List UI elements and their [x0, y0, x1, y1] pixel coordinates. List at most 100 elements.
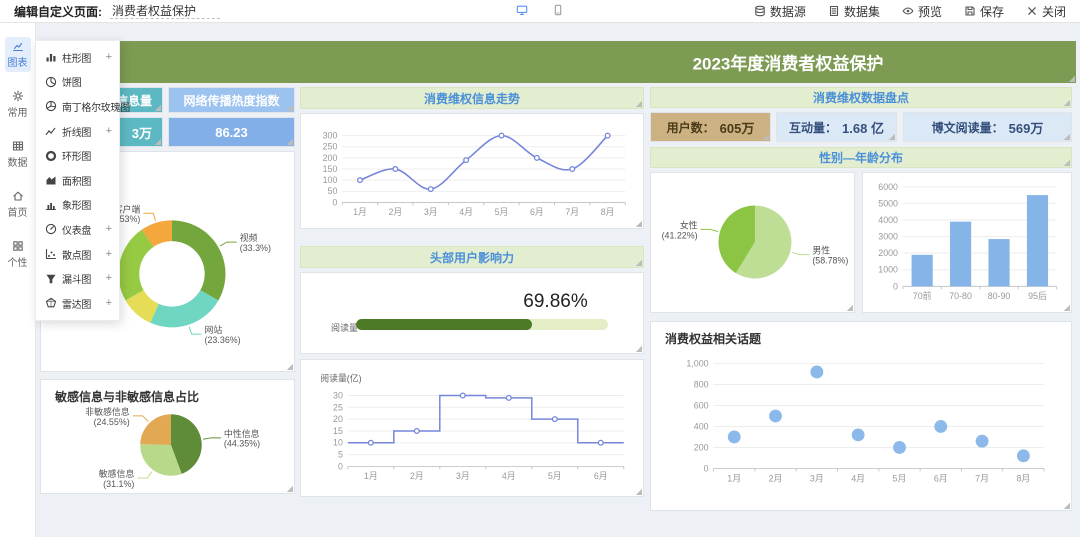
- interaction-count-card[interactable]: 互动量： 1.68 亿: [776, 112, 897, 142]
- save-button-label: 保存: [979, 4, 1004, 19]
- svg-text:30: 30: [333, 390, 343, 400]
- heat-index-value-card[interactable]: 86.23: [168, 117, 295, 147]
- sidebar-item-personal[interactable]: 个性: [5, 237, 31, 272]
- svg-text:3月: 3月: [424, 207, 438, 217]
- desktop-preview-button[interactable]: [516, 4, 528, 19]
- sidebar-item-data[interactable]: 数据: [5, 137, 31, 172]
- svg-text:15: 15: [333, 426, 343, 436]
- menu-item-radar-chart-expand[interactable]: +: [106, 297, 112, 309]
- resize-handle[interactable]: [762, 133, 769, 140]
- resize-handle[interactable]: [286, 138, 293, 145]
- svg-text:7月: 7月: [565, 207, 579, 217]
- svg-text:2月: 2月: [410, 471, 424, 481]
- chart-type-flyout-menu: 柱形图 + 饼图 南丁格尔玫瑰图 折线图 + 环形图 面积图 象形图 仪表盘 + 散点图 + 漏斗图 + 雷达…: [35, 40, 130, 321]
- svg-text:150: 150: [323, 164, 338, 174]
- menu-item-line-chart[interactable]: 折线图 +: [36, 119, 119, 144]
- trend-line-widget[interactable]: 0 50 100 150 200 250 300 1月 2月 3月 4月 5月 6月 7月 8月: [300, 113, 644, 229]
- area-chart-icon: [45, 174, 57, 186]
- resize-handle[interactable]: [635, 220, 642, 227]
- post-read-count-card[interactable]: 博文阅读量： 569万: [903, 112, 1072, 142]
- user-count-card[interactable]: 用户数： 605万: [650, 112, 771, 142]
- resize-handle[interactable]: [286, 485, 293, 492]
- menu-item-line-chart-expand[interactable]: +: [106, 125, 112, 137]
- gender-age-section-header[interactable]: 性别—年龄分布: [650, 147, 1072, 168]
- home-icon: [12, 190, 24, 202]
- svg-text:8月: 8月: [1016, 473, 1030, 483]
- dashboard-title-banner[interactable]: 2023年度消费者权益保护: [40, 41, 1076, 83]
- age-bar-widget[interactable]: 0 1000 2000 3000 4000 5000 6000 70前 70-80 80-90 95…: [862, 172, 1072, 313]
- topics-scatter-widget[interactable]: 消费权益相关话题 0 200 400 600 800 1,000 1月 2月 3月 4月 5月 6月 7…: [650, 321, 1072, 511]
- resize-handle[interactable]: [635, 259, 642, 266]
- resize-handle[interactable]: [1063, 304, 1070, 311]
- sidebar-item-common[interactable]: 常用: [5, 87, 31, 122]
- menu-item-radar-chart[interactable]: 雷达图 +: [36, 291, 119, 316]
- svg-text:20: 20: [333, 414, 343, 424]
- menu-item-ring-chart[interactable]: 环形图: [36, 143, 119, 168]
- menu-item-pie-chart[interactable]: 饼图: [36, 70, 119, 95]
- close-button[interactable]: 关闭: [1026, 3, 1066, 20]
- menu-item-gauge-chart[interactable]: 仪表盘 +: [36, 217, 119, 242]
- menu-item-funnel-chart-expand[interactable]: +: [106, 273, 112, 284]
- svg-text:7月: 7月: [975, 473, 989, 483]
- resize-handle[interactable]: [888, 133, 895, 140]
- close-icon: [1026, 5, 1038, 17]
- svg-text:300: 300: [323, 131, 338, 141]
- menu-item-funnel-chart[interactable]: 漏斗图 +: [36, 266, 119, 291]
- svg-text:网站(23.36%): 网站(23.36%): [205, 324, 241, 345]
- sentiment-pie-widget[interactable]: 敏感信息与非敏感信息占比 中性信息(44.35%) 敏感信息(31.1%) 非敏感信…: [40, 379, 295, 494]
- resize-handle[interactable]: [1063, 502, 1070, 509]
- menu-item-pictogram-chart[interactable]: 象形图: [36, 193, 119, 218]
- left-sidebar: 图表常用数据首页个性: [0, 23, 36, 537]
- resize-handle[interactable]: [286, 363, 293, 370]
- resize-handle[interactable]: [635, 488, 642, 495]
- resize-handle[interactable]: [1063, 159, 1070, 166]
- sentiment-chart-title: 敏感信息与非敏感信息占比: [55, 390, 200, 404]
- svg-text:250: 250: [323, 142, 338, 152]
- menu-item-bar-chart-expand[interactable]: +: [106, 51, 112, 63]
- menu-item-bar-chart[interactable]: 柱形图 +: [36, 45, 119, 70]
- heat-index-label-card[interactable]: 网络传播热度指数: [168, 87, 295, 113]
- reading-step-widget[interactable]: 0 5 10 15 20 25 30 1月 2月 3月 4月 5月 6月 阅读量(亿): [300, 359, 644, 497]
- mobile-preview-button[interactable]: [552, 4, 564, 19]
- resize-handle[interactable]: [1063, 133, 1070, 140]
- sidebar-item-personal-label: 个性: [7, 258, 28, 269]
- preview-button[interactable]: 预览: [902, 3, 942, 20]
- summary-section-header[interactable]: 消费维权数据盘点: [650, 87, 1072, 108]
- resize-handle[interactable]: [635, 345, 642, 352]
- resize-handle[interactable]: [846, 304, 853, 311]
- page-title-input[interactable]: [110, 3, 220, 19]
- resize-handle[interactable]: [1068, 75, 1075, 82]
- scatter-chart-icon: [45, 248, 57, 260]
- ring-chart-icon: [45, 150, 57, 162]
- svg-text:400: 400: [694, 421, 709, 431]
- chart-icon: [12, 40, 24, 52]
- menu-item-scatter-chart[interactable]: 散点图 +: [36, 242, 119, 267]
- dataset-button[interactable]: 数据集: [828, 3, 880, 20]
- svg-text:600: 600: [694, 400, 709, 410]
- resize-handle[interactable]: [635, 100, 642, 107]
- influence-section-header[interactable]: 头部用户影响力: [300, 246, 644, 268]
- trend-line-chart: 050100150200250300 1月 2月 3月 4月 5月 6月 7月 8月: [323, 131, 626, 217]
- trend-section-header[interactable]: 消费维权信息走势: [300, 87, 644, 109]
- gender-pie-widget[interactable]: 男性(58.78%) 女性(41.22%): [650, 172, 855, 313]
- menu-item-gauge-chart-expand[interactable]: +: [106, 223, 112, 235]
- menu-item-scatter-chart-expand[interactable]: +: [106, 248, 112, 260]
- influence-progress-widget[interactable]: 69.86% 阅读量: [300, 272, 644, 354]
- resize-handle[interactable]: [154, 138, 161, 145]
- menu-item-rose-chart[interactable]: 南丁格尔玫瑰图: [36, 94, 130, 119]
- sidebar-item-home[interactable]: 首页: [5, 187, 31, 222]
- save-button[interactable]: 保存: [964, 3, 1004, 20]
- datasource-button[interactable]: 数据源: [754, 3, 806, 20]
- trend-header-text: 消费维权信息走势: [423, 91, 520, 106]
- svg-text:敏感信息(31.1%): 敏感信息(31.1%): [99, 468, 135, 489]
- resize-handle[interactable]: [1063, 99, 1070, 106]
- resize-handle[interactable]: [286, 104, 293, 111]
- menu-item-area-chart[interactable]: 面积图: [36, 168, 119, 193]
- mobile-icon: [552, 4, 564, 19]
- svg-text:200: 200: [694, 442, 709, 452]
- svg-text:1000: 1000: [878, 265, 898, 275]
- sidebar-item-common-label: 常用: [7, 108, 28, 119]
- resize-handle[interactable]: [154, 104, 161, 111]
- sidebar-item-charts[interactable]: 图表: [4, 37, 31, 72]
- gender-age-header-text: 性别—年龄分布: [818, 151, 903, 165]
